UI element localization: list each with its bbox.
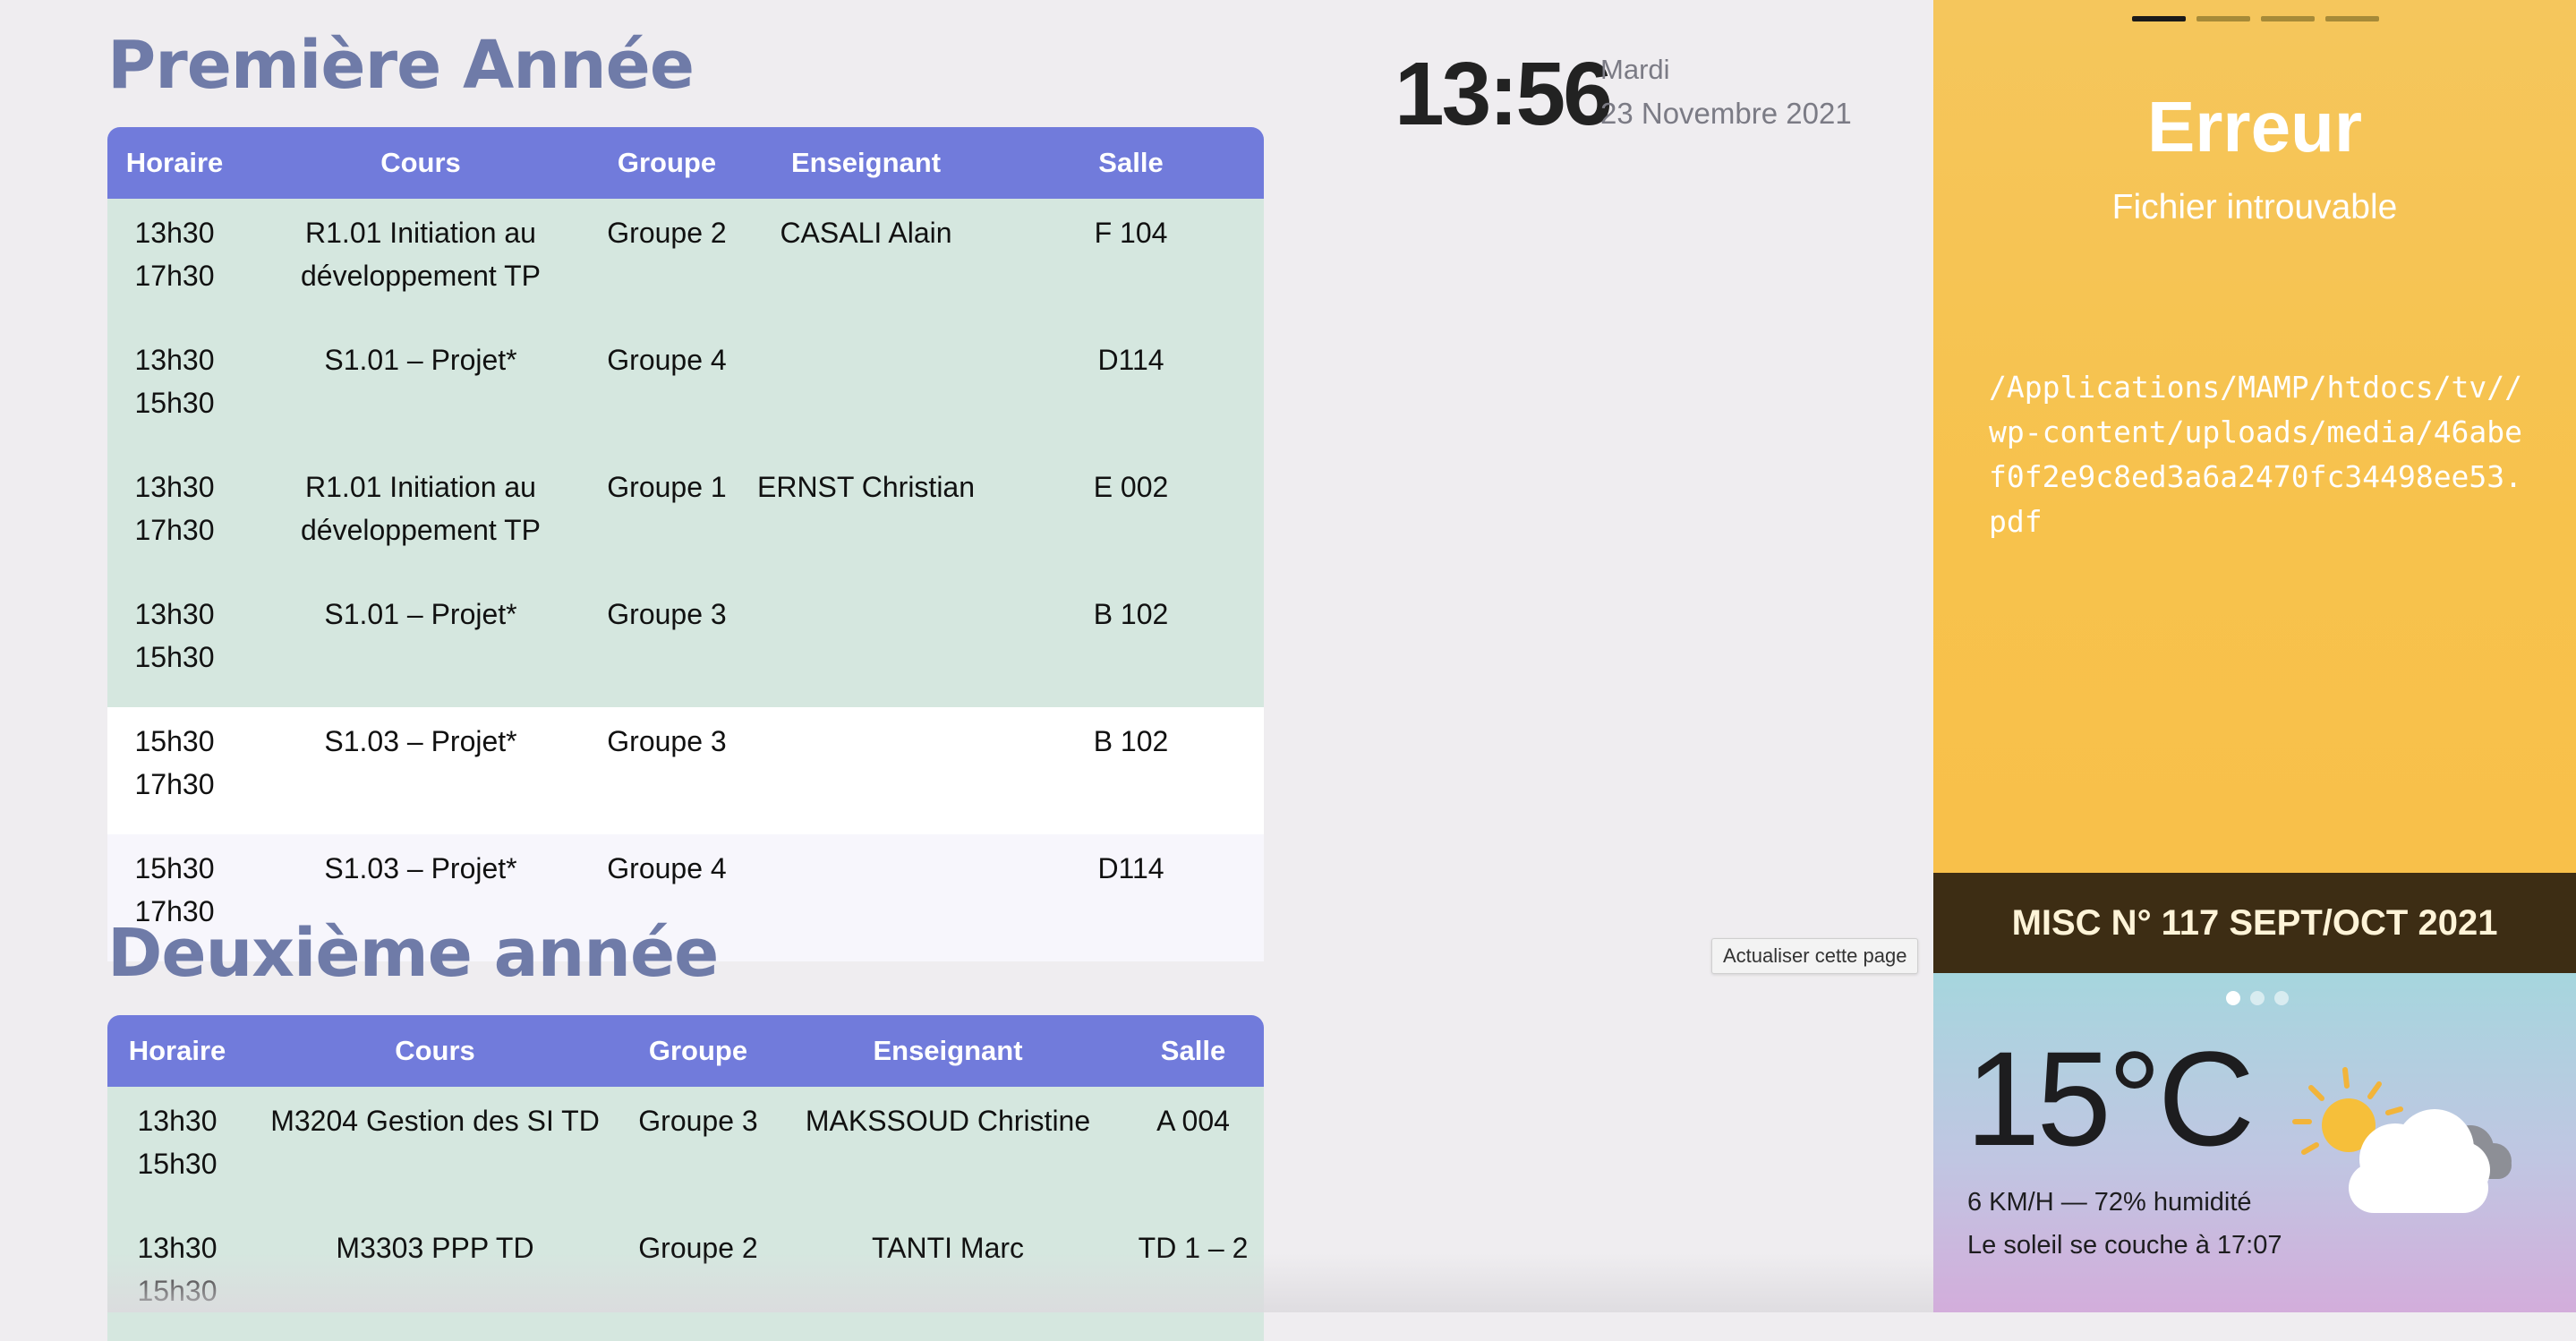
page-dot[interactable]: [2226, 991, 2240, 1005]
end-time: 17h30: [134, 260, 215, 292]
temperature: 15°C: [1966, 1023, 2255, 1174]
room-cell: D114: [998, 326, 1264, 453]
teacher-cell: [734, 580, 998, 707]
room-cell: A 004: [1122, 1087, 1264, 1214]
table-row: 13h30 15h30 S1.01 – Projet* Groupe 4 D114: [107, 326, 1264, 453]
time-cell: 13h30 17h30: [107, 453, 242, 580]
time-cell: 13h30 15h30: [107, 326, 242, 453]
start-time: 15h30: [134, 852, 215, 884]
teacher-cell: [734, 707, 998, 834]
group-cell: Groupe 3: [600, 707, 734, 834]
first-year-table: Horaire Cours Groupe Enseignant Salle 13…: [107, 127, 1264, 961]
header-cours: Cours: [242, 127, 600, 199]
wind-humidity: 6 KM/H — 72% humidité: [1967, 1188, 2252, 1217]
time-cell: 13h30 15h30: [107, 580, 242, 707]
end-time: 17h30: [134, 768, 215, 800]
teacher-cell: MAKSSOUD Christine: [773, 1087, 1122, 1214]
time-cell: 13h30 17h30: [107, 199, 242, 326]
page-dot[interactable]: [2274, 991, 2289, 1005]
start-time: 13h30: [134, 598, 215, 630]
course-cell: R1.01 Initiation au développement TP: [242, 453, 600, 580]
weather-widget: 15°C 6 KM/H — 72% humidité Le soleil se …: [1933, 973, 2576, 1312]
header-salle: Salle: [998, 127, 1264, 199]
course-cell: R1.01 Initiation au développement TP: [242, 199, 600, 326]
table-header-row: Horaire Cours Groupe Enseignant Salle: [107, 127, 1264, 199]
group-cell: Groupe 4: [600, 326, 734, 453]
course-cell: S1.03 – Projet*: [242, 707, 600, 834]
room-cell: D114: [998, 834, 1264, 961]
header-horaire: Horaire: [107, 1015, 247, 1087]
bottom-fade: [107, 1253, 1933, 1312]
room-cell: E 002: [998, 453, 1264, 580]
teacher-cell: CASALI Alain: [734, 199, 998, 326]
header-horaire: Horaire: [107, 127, 242, 199]
clock-time: 13:56: [1395, 44, 1613, 144]
start-time: 13h30: [134, 344, 215, 376]
header-enseignant: Enseignant: [773, 1015, 1122, 1087]
teacher-cell: [734, 326, 998, 453]
start-time: 13h30: [137, 1105, 218, 1137]
misc-banner: MISC N° 117 SEPT/OCT 2021: [1933, 873, 2576, 973]
start-time: 13h30: [134, 471, 215, 503]
course-cell: M3204 Gestion des SI TD: [247, 1087, 623, 1214]
table-row: 13h30 15h30 S1.01 – Projet* Groupe 3 B 10…: [107, 580, 1264, 707]
start-time: 15h30: [134, 725, 215, 757]
error-title: Erreur: [2146, 87, 2363, 167]
group-cell: Groupe 1: [600, 453, 734, 580]
slide-indicator[interactable]: [2325, 16, 2379, 21]
header-groupe: Groupe: [600, 127, 734, 199]
header-salle: Salle: [1122, 1015, 1264, 1087]
room-cell: F 104: [998, 199, 1264, 326]
refresh-tooltip: Actualiser cette page: [1711, 938, 1919, 974]
error-file-path: /Applications/MAMP/htdocs/tv//wp-content…: [1989, 370, 2523, 539]
group-cell: Groupe 3: [623, 1087, 773, 1214]
weather-page-dots: [2226, 991, 2289, 1005]
course-cell: S1.01 – Projet*: [242, 326, 600, 453]
teacher-cell: [734, 834, 998, 961]
error-panel: Erreur Fichier introuvable /Applications…: [1933, 0, 2576, 873]
partly-cloudy-icon: [2292, 1067, 2512, 1213]
start-time: 13h30: [134, 217, 215, 249]
header-groupe: Groupe: [623, 1015, 773, 1087]
course-cell: S1.01 – Projet*: [242, 580, 600, 707]
sidebar: Erreur Fichier introuvable /Applications…: [1933, 0, 2576, 1312]
end-time: 17h30: [134, 514, 215, 546]
room-cell: B 102: [998, 707, 1264, 834]
slide-indicator[interactable]: [2196, 16, 2250, 21]
clock-date: 23 Novembre 2021: [1600, 97, 1852, 130]
slide-indicator[interactable]: [2132, 16, 2186, 21]
header-cours: Cours: [247, 1015, 623, 1087]
page-dot[interactable]: [2250, 991, 2265, 1005]
teacher-cell: ERNST Christian: [734, 453, 998, 580]
end-time: 15h30: [134, 641, 215, 673]
schedule-area: Première Année Horaire Cours Groupe Ense…: [0, 0, 1933, 1341]
table-row: 13h30 17h30 R1.01 Initiation au développe…: [107, 453, 1264, 580]
sunset-time: Le soleil se couche à 17:07: [1967, 1231, 2282, 1260]
time-cell: 15h30 17h30: [107, 707, 242, 834]
table-row: 13h30 17h30 R1.01 Initiation au développe…: [107, 199, 1264, 326]
first-year-title: Première Année: [107, 27, 695, 104]
end-time: 15h30: [134, 387, 215, 419]
table-header-row: Horaire Cours Groupe Enseignant Salle: [107, 1015, 1264, 1087]
clock-day: Mardi: [1600, 54, 1670, 85]
group-cell: Groupe 2: [600, 199, 734, 326]
error-subtitle: Fichier introuvable: [2111, 188, 2398, 226]
slide-indicators: [2132, 16, 2379, 21]
slide-indicator[interactable]: [2261, 16, 2315, 21]
second-year-title: Deuxième année: [107, 915, 719, 992]
group-cell: Groupe 3: [600, 580, 734, 707]
table-row: 15h30 17h30 S1.03 – Projet* Groupe 3 B 10…: [107, 707, 1264, 834]
table-row: 13h30 15h30 M3204 Gestion des SI TD Group…: [107, 1087, 1264, 1214]
room-cell: B 102: [998, 580, 1264, 707]
header-enseignant: Enseignant: [734, 127, 998, 199]
time-cell: 13h30 15h30: [107, 1087, 247, 1214]
end-time: 15h30: [137, 1148, 218, 1180]
